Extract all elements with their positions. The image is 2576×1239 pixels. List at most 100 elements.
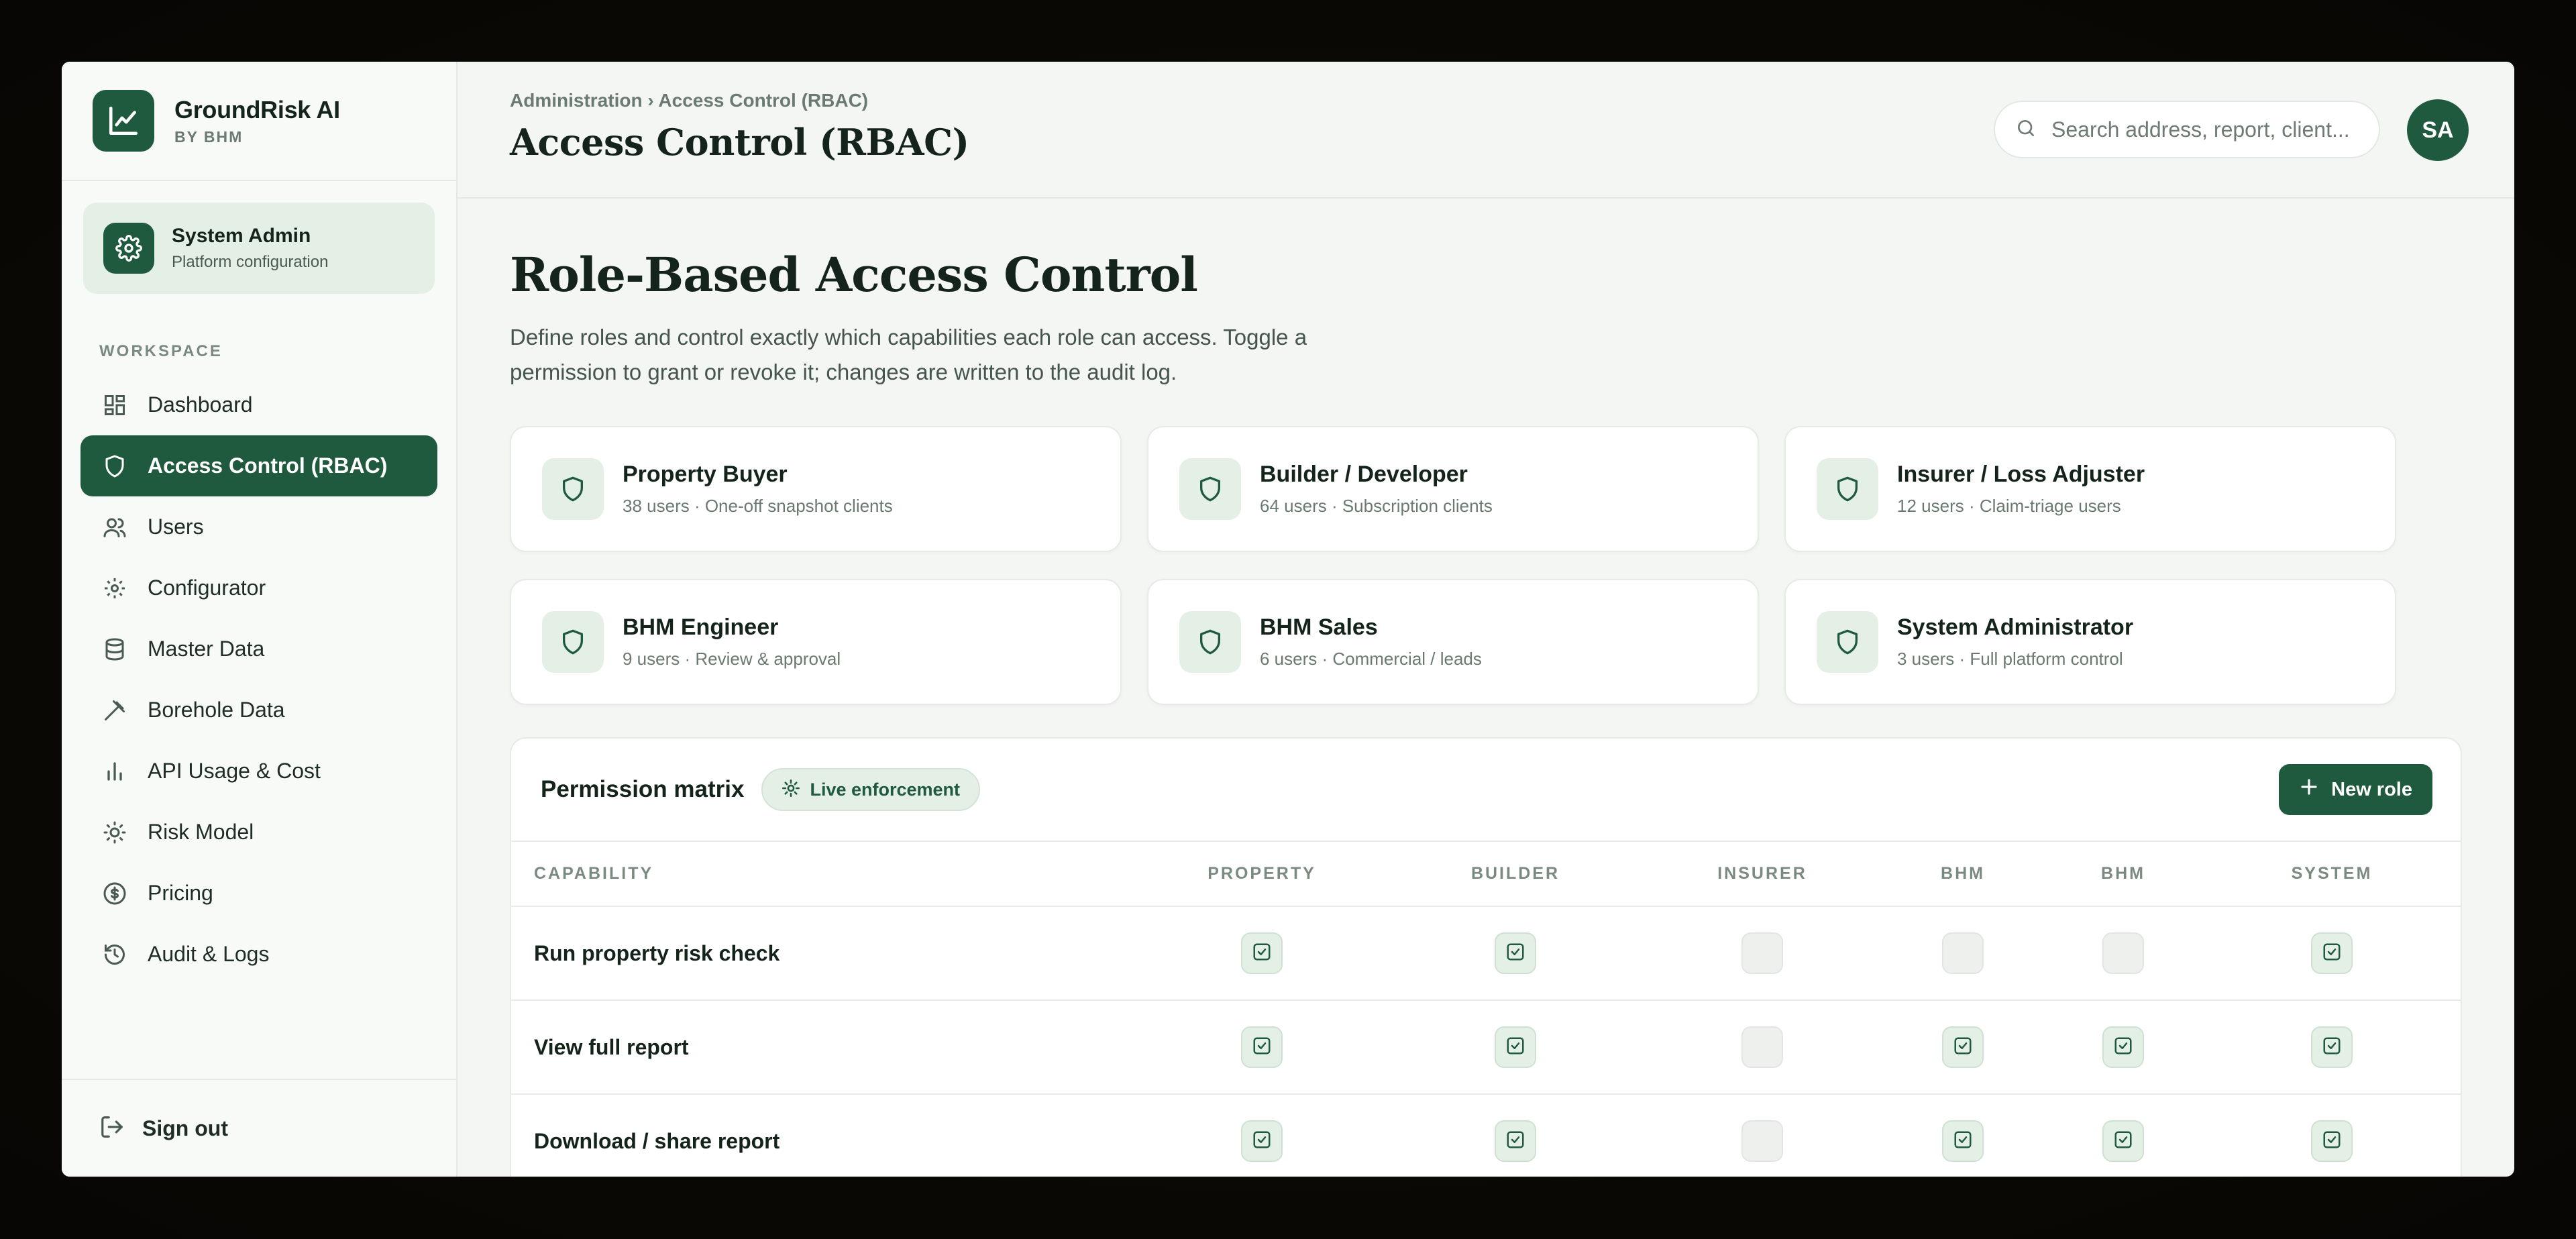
live-enforcement-label: Live enforcement [810, 779, 961, 800]
check-icon [1505, 1130, 1525, 1153]
permission-cell [2203, 906, 2461, 1001]
permission-checkbox-checked[interactable] [1495, 1120, 1536, 1162]
permission-cell [1389, 906, 1642, 1001]
column-header: BHM [2043, 842, 2203, 907]
page-content: Role-Based Access Control Define roles a… [458, 247, 2514, 1177]
column-header: INSURER [1642, 842, 1882, 907]
check-icon [2322, 942, 2342, 965]
permission-checkbox-checked[interactable] [1942, 1120, 1984, 1162]
permission-cell [1389, 1000, 1642, 1095]
role-card-bhm-sales[interactable]: BHM Sales 6 users · Commercial / leads [1147, 579, 1759, 705]
sidebar-item-risk-model[interactable]: Risk Model [80, 802, 437, 863]
sidebar-item-audit-logs[interactable]: Audit & Logs [80, 924, 437, 985]
permission-checkbox-unchecked[interactable] [1741, 1120, 1783, 1162]
permission-checkbox-checked[interactable] [2311, 932, 2353, 974]
shield-icon [1179, 611, 1241, 673]
brand[interactable]: GroundRisk AI BY BHM [62, 62, 456, 181]
permission-cell [1882, 1094, 2043, 1177]
breadcrumb-parent[interactable]: Administration [510, 90, 643, 111]
gear-icon [103, 223, 154, 274]
database-icon [101, 635, 129, 663]
gear-icon [101, 574, 129, 602]
table-row: Run property risk check [511, 906, 2461, 1001]
capability-label: Run property risk check [511, 906, 1135, 1001]
workspace-switcher[interactable]: System Admin Platform configuration [83, 203, 435, 294]
permission-checkbox-checked[interactable] [2102, 1026, 2144, 1068]
sidebar-item-label: Access Control (RBAC) [148, 453, 388, 478]
sidebar-item-dashboard[interactable]: Dashboard [80, 374, 437, 435]
breadcrumb-current: Access Control (RBAC) [658, 90, 869, 111]
sidebar-item-label: Configurator [148, 576, 266, 600]
permission-checkbox-checked[interactable] [2311, 1120, 2353, 1162]
check-icon [2113, 1130, 2133, 1153]
permission-checkbox-checked[interactable] [1241, 1026, 1283, 1068]
check-icon [1252, 1130, 1272, 1153]
sidebar-item-label: Users [148, 515, 204, 539]
permission-checkbox-unchecked[interactable] [2102, 932, 2144, 974]
nav-section-label: WORKSPACE [99, 342, 223, 360]
permission-cell [2043, 906, 2203, 1001]
role-card-system-administrator[interactable]: System Administrator 3 users · Full plat… [1784, 579, 2396, 705]
dashboard-icon [101, 391, 129, 419]
sidebar-item-users[interactable]: Users [80, 496, 437, 557]
sign-out-label: Sign out [142, 1116, 228, 1140]
role-card-builder-developer[interactable]: Builder / Developer 64 users · Subscript… [1147, 426, 1759, 552]
brand-subtitle: BY BHM [174, 127, 244, 146]
shield-icon [101, 452, 129, 480]
role-name: BHM Engineer [623, 614, 779, 640]
sun-icon [101, 818, 129, 847]
sidebar-item-access-control[interactable]: Access Control (RBAC) [80, 435, 437, 496]
sidebar-item-api-usage[interactable]: API Usage & Cost [80, 741, 437, 802]
sidebar-item-configurator[interactable]: Configurator [80, 557, 437, 618]
drill-icon [101, 696, 129, 724]
sidebar-item-borehole-data[interactable]: Borehole Data [80, 680, 437, 741]
sidebar: GroundRisk AI BY BHM System Admin Platfo… [62, 62, 458, 1177]
permission-checkbox-checked[interactable] [1495, 1026, 1536, 1068]
shield-icon [542, 458, 604, 520]
avatar[interactable]: SA [2407, 99, 2469, 161]
check-icon [1505, 1036, 1525, 1059]
permission-checkbox-unchecked[interactable] [1942, 932, 1984, 974]
new-role-button[interactable]: New role [2279, 764, 2432, 815]
permission-cell [1389, 1094, 1642, 1177]
breadcrumb: Administration › Access Control (RBAC) [510, 90, 868, 111]
shield-icon [1817, 611, 1878, 673]
permission-checkbox-checked[interactable] [1942, 1026, 1984, 1068]
role-name: System Administrator [1897, 614, 2134, 640]
capability-label: Download / share report [511, 1094, 1135, 1177]
role-card-insurer[interactable]: Insurer / Loss Adjuster 12 users · Claim… [1784, 426, 2396, 552]
workspace-subtitle: Platform configuration [172, 253, 329, 271]
history-icon [101, 940, 129, 969]
shield-icon [542, 611, 604, 673]
top-bar: Administration › Access Control (RBAC) A… [458, 62, 2514, 199]
search-box[interactable] [1994, 101, 2380, 158]
sidebar-item-master-data[interactable]: Master Data [80, 618, 437, 680]
users-icon [101, 513, 129, 541]
permission-checkbox-checked[interactable] [1495, 932, 1536, 974]
sign-out-button[interactable]: Sign out [62, 1079, 456, 1177]
role-card-bhm-engineer[interactable]: BHM Engineer 9 users · Review & approval [510, 579, 1122, 705]
sidebar-item-label: Master Data [148, 637, 265, 661]
dollar-icon [101, 879, 129, 908]
sidebar-item-label: Audit & Logs [148, 942, 270, 966]
permission-checkbox-unchecked[interactable] [1741, 932, 1783, 974]
permission-checkbox-checked[interactable] [1241, 932, 1283, 974]
table-row: Download / share report [511, 1094, 2461, 1177]
permission-cell [1882, 1000, 2043, 1095]
role-name: Insurer / Loss Adjuster [1897, 462, 2145, 487]
shield-icon [1179, 458, 1241, 520]
permission-checkbox-checked[interactable] [2102, 1120, 2144, 1162]
permission-checkbox-unchecked[interactable] [1741, 1026, 1783, 1068]
matrix-header: Permission matrix Live enforcement New r… [511, 739, 2461, 842]
permission-cell [1642, 1094, 1882, 1177]
column-header: CAPABILITY [511, 842, 1135, 907]
role-card-property-buyer[interactable]: Property Buyer 38 users · One-off snapsh… [510, 426, 1122, 552]
sidebar-item-pricing[interactable]: Pricing [80, 863, 437, 924]
breadcrumb-separator: › [647, 90, 654, 111]
section-description: Define roles and control exactly which c… [510, 325, 1307, 384]
sidebar-item-label: API Usage & Cost [148, 759, 321, 783]
live-enforcement-badge: Live enforcement [761, 768, 981, 811]
search-input[interactable] [2051, 117, 2359, 142]
permission-checkbox-checked[interactable] [2311, 1026, 2353, 1068]
permission-checkbox-checked[interactable] [1241, 1120, 1283, 1162]
